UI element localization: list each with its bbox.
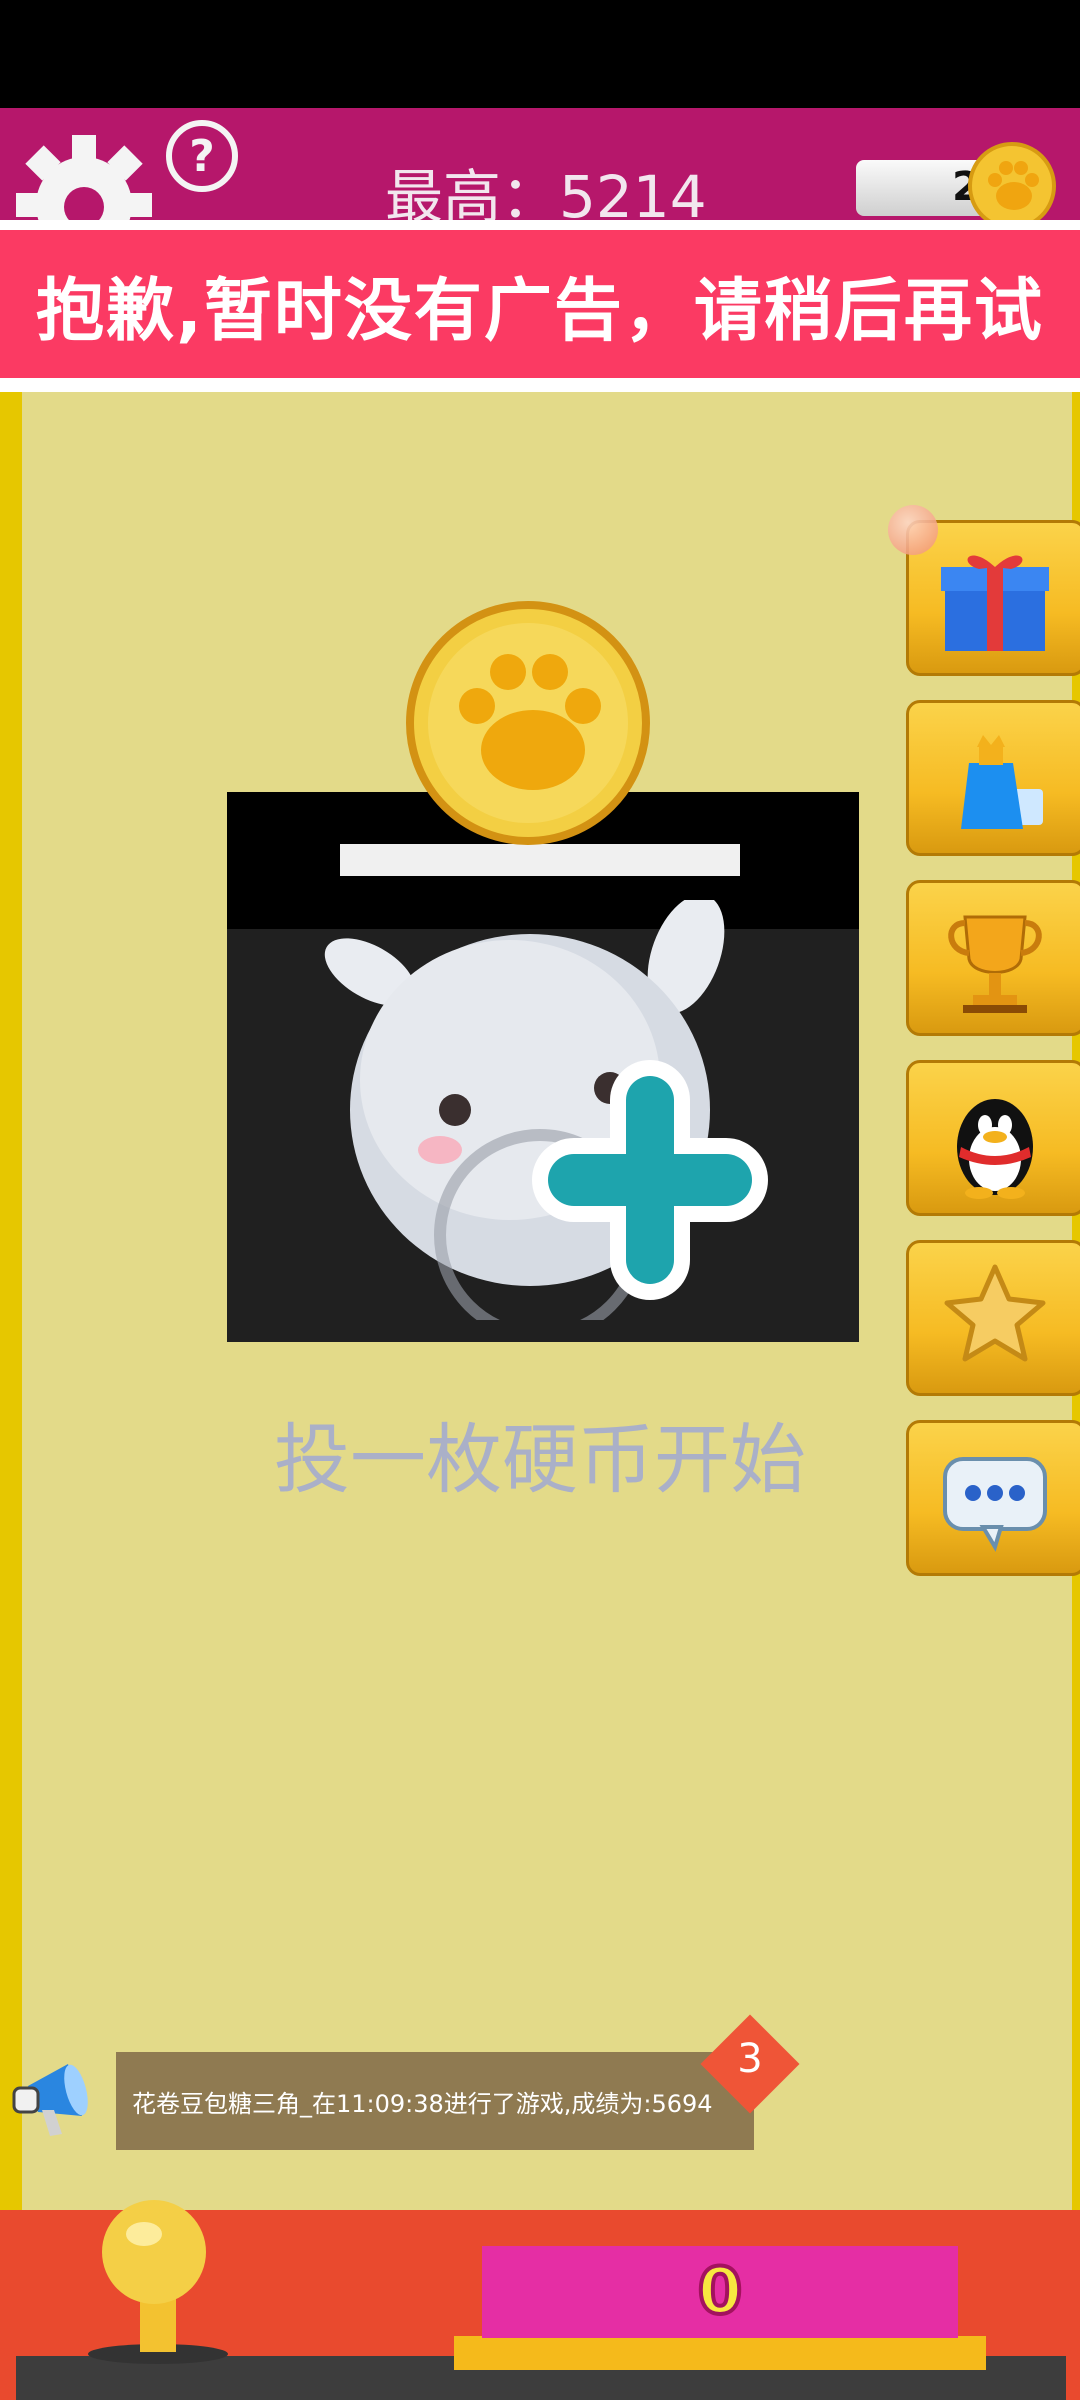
counter-base: [454, 2336, 986, 2370]
broadcast-ticker: 花卷豆包糖三角_在11:09:38进行了游戏,成绩为:5694: [116, 2052, 754, 2150]
favorite-button[interactable]: [906, 1240, 1080, 1396]
potion-icon: [961, 735, 1043, 829]
toast-message: 抱歉,暂时没有广告，请稍后再试: [0, 230, 1080, 378]
badge-count: 3: [737, 2036, 763, 2082]
big-paw-coin-icon[interactable]: [405, 600, 651, 846]
qq-penguin-icon: [957, 1099, 1033, 1199]
gift-icon: [941, 555, 1049, 651]
stage-progress-bar: [340, 844, 740, 876]
star-icon: [944, 1264, 1046, 1362]
paw-coin-icon[interactable]: [968, 142, 1056, 230]
potion-button[interactable]: [906, 700, 1080, 856]
game-screen: ? 最高：5214 2 抱歉,暂时没有广告，请稍后再试 投一枚硬币开始 花卷豆包…: [0, 0, 1080, 2400]
joystick-icon[interactable]: [78, 2196, 238, 2368]
notification-dot: [888, 505, 938, 555]
qq-button[interactable]: [906, 1060, 1080, 1216]
trophy-button[interactable]: [906, 880, 1080, 1036]
status-bar: [0, 0, 1080, 108]
svg-text:?: ?: [189, 131, 215, 182]
toast-banner: 抱歉,暂时没有广告，请稍后再试: [0, 220, 1080, 392]
help-icon[interactable]: ?: [164, 118, 240, 194]
gear-icon[interactable]: [16, 135, 156, 225]
score-value: 0: [696, 2253, 744, 2331]
bunny-mascot-icon[interactable]: [310, 900, 790, 1320]
insert-coin-label: 投一枚硬币开始: [274, 1415, 806, 1504]
trophy-icon: [948, 915, 1042, 1013]
score-counter[interactable]: 0: [482, 2246, 958, 2338]
megaphone-icon: [12, 2064, 88, 2136]
ticker-badge: 3: [700, 2014, 800, 2114]
left-rail: [0, 392, 22, 2212]
